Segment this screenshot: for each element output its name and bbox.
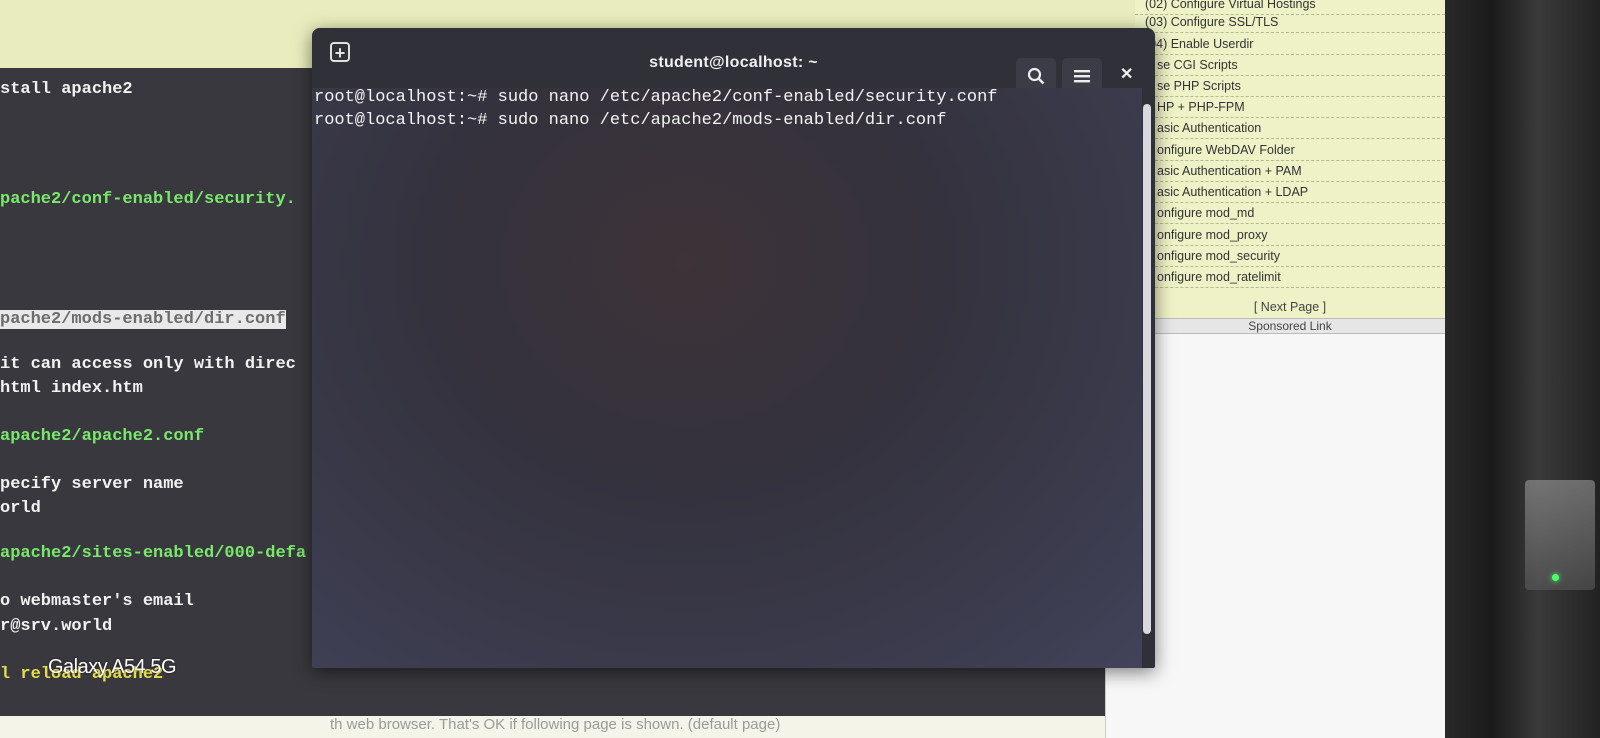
close-icon[interactable]: ✕ bbox=[1120, 64, 1133, 84]
hamburger-menu-icon bbox=[1074, 69, 1090, 83]
code-line: apache2/apache2.conf bbox=[0, 427, 205, 446]
code-line: r@srv.world bbox=[0, 617, 113, 636]
status-led bbox=[1552, 574, 1559, 581]
search-icon bbox=[1027, 67, 1045, 85]
page-body-text: th web browser. That's OK if following p… bbox=[330, 716, 781, 733]
code-line: it can access only with direc bbox=[0, 355, 296, 374]
page-sidebar: (02) Configure Virtual Hostings (03) Con… bbox=[1135, 0, 1445, 340]
sidebar-link[interactable]: onfigure mod_ratelimit bbox=[1135, 267, 1445, 288]
background-device bbox=[1525, 480, 1595, 590]
page-content-area bbox=[1105, 334, 1446, 738]
camera-watermark: Galaxy A54 5G bbox=[48, 656, 177, 678]
menu-button[interactable] bbox=[1062, 58, 1102, 92]
code-line: apache2/sites-enabled/000-defa bbox=[0, 544, 307, 563]
terminal-output[interactable]: root@localhost:~# sudo nano /etc/apache2… bbox=[312, 88, 1142, 668]
sidebar-link[interactable]: HP + PHP-FPM bbox=[1135, 97, 1445, 118]
code-line: html index.htm bbox=[0, 379, 143, 398]
terminal-line: root@localhost:~# sudo nano /etc/apache2… bbox=[314, 111, 947, 130]
code-line: pache2/conf-enabled/security. bbox=[0, 190, 296, 209]
sidebar-link[interactable]: (04) Enable Userdir bbox=[1135, 34, 1445, 55]
sidebar-link[interactable]: asic Authentication + LDAP bbox=[1135, 182, 1445, 203]
terminal-window[interactable]: + student@localhost: ~ ✕ root@localhost:… bbox=[312, 28, 1155, 668]
sidebar-link[interactable]: onfigure WebDAV Folder bbox=[1135, 140, 1445, 161]
monitor-bezel bbox=[1445, 0, 1600, 738]
search-button[interactable] bbox=[1016, 58, 1056, 92]
sidebar-link[interactable]: asic Authentication + PAM bbox=[1135, 161, 1445, 182]
code-line: o webmaster's email bbox=[0, 592, 194, 611]
next-page-link[interactable]: [ Next Page ] bbox=[1135, 300, 1445, 314]
sidebar-link[interactable]: onfigure mod_proxy bbox=[1135, 225, 1445, 246]
code-line: pecify server name bbox=[0, 475, 184, 494]
sidebar-link[interactable]: (03) Configure SSL/TLS bbox=[1135, 12, 1445, 33]
terminal-line: root@localhost:~# sudo nano /etc/apache2… bbox=[314, 88, 998, 107]
sidebar-link[interactable]: se PHP Scripts bbox=[1135, 76, 1445, 97]
terminal-scrollbar[interactable] bbox=[1143, 104, 1151, 634]
sponsored-label: Sponsored Link bbox=[1135, 318, 1445, 334]
code-line-highlighted: pache2/mods-enabled/dir.conf bbox=[0, 310, 286, 329]
sidebar-link[interactable]: onfigure mod_md bbox=[1135, 203, 1445, 224]
code-line: orld bbox=[0, 499, 41, 518]
code-line: stall apache2 bbox=[0, 80, 133, 99]
sidebar-link[interactable]: se CGI Scripts bbox=[1135, 55, 1445, 76]
sidebar-link[interactable]: asic Authentication bbox=[1135, 118, 1445, 139]
sidebar-link[interactable]: onfigure mod_security bbox=[1135, 246, 1445, 267]
